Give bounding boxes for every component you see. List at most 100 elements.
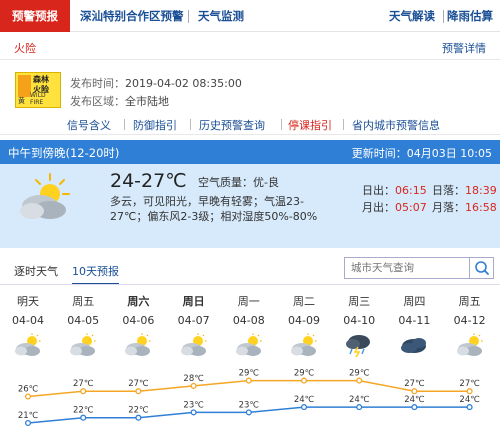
low-temp-label: 22℃: [73, 406, 94, 416]
link-divider: [190, 119, 191, 130]
high-temp-label: 27℃: [128, 379, 149, 389]
low-temp-point: [80, 414, 87, 421]
forecast-day-label: 周日: [182, 295, 205, 308]
sunrise: 日出：06:15: [362, 182, 427, 198]
forest-fire-warning-icon: 森林 火险 黄 WILD FIRE: [15, 72, 61, 108]
high-temp-label: 27℃: [459, 379, 480, 389]
high-temp-point: [135, 388, 142, 395]
low-temp-label: 24℃: [404, 395, 425, 405]
moonset: 月落：16:58: [432, 199, 497, 215]
cloudy-sun-icon: [68, 333, 98, 357]
thunderstorm-icon: [344, 333, 374, 358]
publish-area-row: 发布区域：全市陆地: [70, 93, 169, 109]
high-temp-point: [300, 377, 308, 384]
link-class-suspension-guide[interactable]: 停课指引: [288, 117, 332, 133]
forecast-day-label: 明天: [17, 295, 39, 308]
link-divider: [281, 119, 282, 130]
moonrise-label: 月出：: [362, 201, 395, 214]
forecast-date: 04-11: [398, 314, 431, 327]
ten-day-forecast: 26℃ 27℃ 27℃ 28℃ 29℃ 29℃ 29℃ 27℃ 27℃ 21℃ 22℃ 22℃ 23℃ 2…: [0, 284, 500, 441]
warning-icon-text-1: 森林: [33, 75, 49, 84]
publish-area-value: 全市陆地: [125, 95, 169, 108]
high-temp-point: [245, 377, 252, 384]
air-quality: 空气质量：优-良: [198, 174, 279, 190]
low-temp-label: 22℃: [128, 406, 149, 416]
high-temp-point: [356, 377, 363, 384]
moonrise: 月出：05:07: [362, 199, 427, 215]
update-time: 更新时间：04月03日 10:05: [351, 147, 492, 160]
low-temp-label: 23℃: [239, 400, 260, 410]
moonset-value: 16:58: [465, 201, 497, 214]
high-temp-label: 29℃: [239, 369, 260, 379]
nav-item-weather-explain[interactable]: 天气解读: [389, 0, 435, 32]
forecast-date: 04-10: [343, 314, 376, 327]
air-quality-value: 优-良: [253, 176, 279, 189]
current-weather-bar: 中午到傍晚(12-20时) 更新时间：04月03日 10:05: [0, 140, 500, 164]
forecast-day-label: 周二: [293, 295, 315, 308]
high-temp-label: 27℃: [404, 379, 425, 389]
cloudy-sun-icon: [123, 333, 153, 357]
link-province-city-warnings[interactable]: 省内城市预警信息: [352, 117, 440, 133]
high-temp-label: 28℃: [183, 374, 204, 384]
forecast-date: 04-09: [288, 314, 320, 327]
high-temp-point: [190, 382, 197, 389]
nav-item-shenshan-warning[interactable]: 深汕特别合作区预警: [80, 0, 184, 32]
search-button[interactable]: [469, 258, 493, 278]
forecast-date: 04-04: [12, 314, 44, 327]
low-temp-point: [356, 404, 363, 411]
low-temp-label: 21℃: [18, 411, 39, 421]
tab-fire-risk[interactable]: 火险: [14, 40, 36, 56]
top-nav: 预警预报 深汕特别合作区预警 天气监测 天气解读 降雨估算: [0, 0, 500, 32]
high-temp-point: [466, 388, 473, 395]
forecast-date: 04-06: [122, 314, 155, 327]
sunset: 日落：18:39: [432, 182, 497, 198]
nav-alarm-tab[interactable]: 预警预报: [0, 0, 70, 32]
high-temp-label: 27℃: [73, 379, 94, 389]
low-temp-label: 24℃: [459, 395, 480, 405]
high-temp-point: [24, 393, 32, 400]
search-icon: [475, 261, 489, 275]
link-signal-meaning[interactable]: 信号含义: [67, 117, 111, 133]
nav-item-weather-monitor[interactable]: 天气监测: [198, 0, 244, 32]
low-temp-point: [300, 404, 308, 411]
high-temp-label: 29℃: [294, 369, 315, 379]
forecast-period: 中午到傍晚(12-20时): [8, 146, 120, 160]
link-history-query[interactable]: 历史预警查询: [199, 117, 265, 133]
current-temperature: 24-27℃: [110, 170, 187, 192]
nav-item-rainfall-estimate[interactable]: 降雨估算: [447, 0, 493, 32]
warning-icon-english: WILD FIRE: [30, 92, 46, 106]
high-temp-label: 29℃: [349, 369, 370, 379]
forecast-day-label: 周三: [348, 295, 371, 308]
forecast-date: 04-07: [177, 314, 210, 327]
high-temp-point: [80, 388, 87, 395]
low-temp-point: [135, 414, 142, 421]
moonrise-value: 05:07: [395, 201, 427, 214]
low-temp-point: [245, 409, 252, 416]
high-temp-point: [411, 388, 418, 395]
sunset-value: 18:39: [465, 184, 497, 197]
link-divider: [343, 119, 344, 130]
tab-10-day-forecast[interactable]: 10天预报: [72, 263, 119, 285]
warning-links: 信号含义 防御指引 历史预警查询 停课指引 省内城市预警信息: [0, 113, 500, 135]
forecast-day-label: 周五: [458, 295, 481, 308]
nav-divider: [188, 10, 189, 23]
cloudy-sun-icon: [20, 173, 70, 219]
publish-area-label: 发布区域：: [70, 95, 125, 108]
low-temp-point: [24, 419, 32, 427]
publish-time-row: 发布时间：2019-04-02 08:35:00: [70, 75, 242, 91]
cloudy-sun-icon: [234, 333, 264, 357]
moonset-label: 月落：: [432, 201, 465, 214]
cloudy-sun-icon: [289, 333, 319, 357]
sunrise-value: 06:15: [395, 184, 427, 197]
publish-time-value: 2019-04-02 08:35:00: [125, 77, 242, 90]
warning-header: 火险 预警详情: [0, 32, 500, 60]
warning-detail-link[interactable]: 预警详情: [442, 40, 486, 56]
cloudy-sun-icon: [13, 333, 43, 357]
weather-description: 多云，可见阳光，早晚有轻雾；气温23-27℃；偏东风2-3级；相对湿度50%-8…: [110, 195, 318, 223]
forecast-day-label: 周一: [237, 295, 260, 308]
forecast-day-label: 周六: [127, 295, 150, 308]
city-search-input[interactable]: [345, 258, 467, 278]
air-quality-label: 空气质量：: [198, 176, 253, 189]
link-defense-guide[interactable]: 防御指引: [133, 117, 177, 133]
tab-hourly-weather[interactable]: 逐时天气: [14, 263, 58, 279]
